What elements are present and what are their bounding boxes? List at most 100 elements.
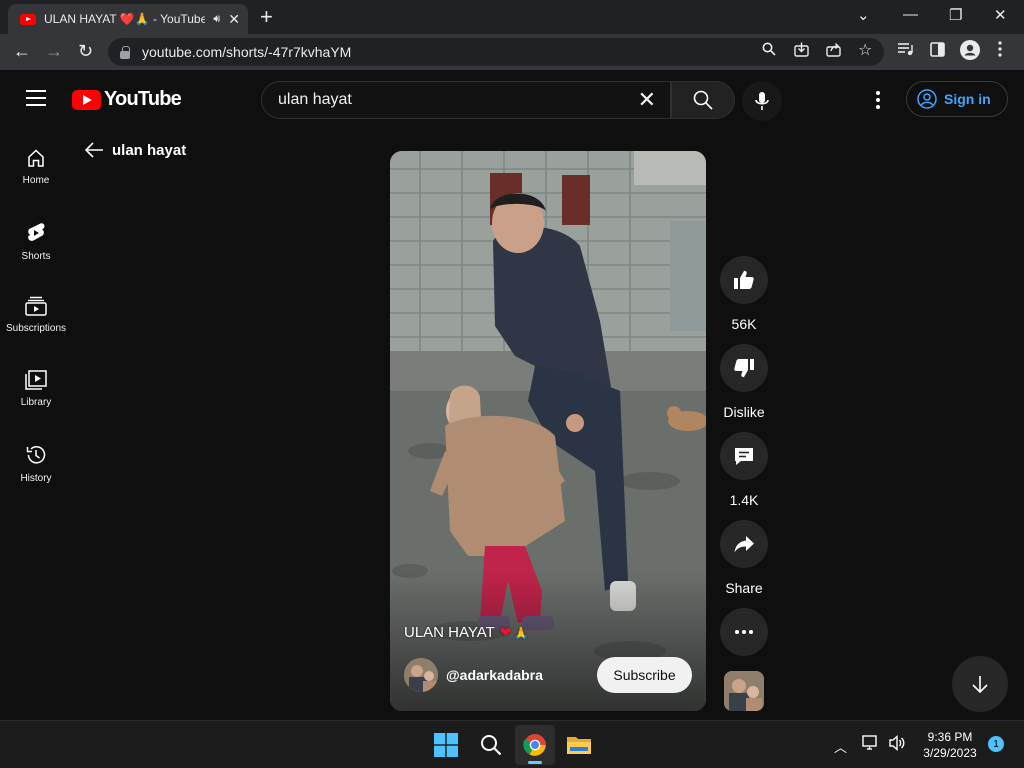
install-app-icon[interactable] bbox=[794, 42, 809, 60]
search-icon bbox=[693, 90, 713, 110]
voice-search-button[interactable] bbox=[742, 81, 782, 121]
share-action: Share bbox=[720, 520, 768, 596]
browser-toolbar: ← → ↻ youtube.com/shorts/-47r7kvhaYM ☆ bbox=[0, 34, 1024, 70]
clock-time: 9:36 PM bbox=[927, 730, 973, 744]
youtube-wordmark: YouTube bbox=[104, 88, 182, 110]
back-to-search-link[interactable]: ulan hayat bbox=[84, 140, 186, 160]
settings-menu-icon[interactable] bbox=[866, 88, 890, 112]
notification-badge[interactable]: 1 bbox=[988, 736, 1004, 752]
sign-in-button[interactable]: Sign in bbox=[906, 81, 1008, 117]
more-horizontal-icon bbox=[735, 630, 753, 634]
next-short-button[interactable] bbox=[952, 656, 1008, 712]
forward-arrow-icon[interactable]: → bbox=[45, 42, 63, 60]
youtube-favicon-icon bbox=[20, 13, 36, 25]
windows-taskbar: ︿ 9:36 PM 3/29/2023 bbox=[0, 720, 1024, 768]
channel-row: @adarkadabra Subscribe bbox=[404, 657, 692, 693]
search-button[interactable] bbox=[671, 81, 735, 119]
reload-icon[interactable]: ↻ bbox=[78, 42, 93, 60]
address-url[interactable]: youtube.com/shorts/-47r7kvhaYM bbox=[142, 44, 351, 60]
new-tab-plus-icon[interactable]: + bbox=[260, 6, 273, 28]
media-queue-icon[interactable] bbox=[898, 42, 914, 59]
thumbs-up-icon bbox=[734, 270, 754, 289]
sidebar-item-label: Subscriptions bbox=[5, 323, 67, 334]
zoom-search-icon[interactable] bbox=[762, 42, 776, 59]
lock-icon bbox=[120, 45, 130, 59]
arrow-down-icon bbox=[972, 676, 988, 694]
microphone-icon bbox=[755, 92, 769, 110]
sidebar-item-library[interactable]: Library bbox=[0, 348, 72, 422]
home-icon bbox=[28, 149, 44, 167]
comments-action: 1.4K bbox=[720, 432, 768, 508]
sidebar-item-shorts[interactable]: Shorts bbox=[0, 200, 72, 274]
restore-icon[interactable]: ❐ bbox=[949, 6, 962, 24]
thumbs-down-icon bbox=[734, 359, 754, 378]
sidebar-item-label: Home bbox=[22, 175, 50, 186]
network-icon[interactable] bbox=[862, 734, 880, 752]
start-button[interactable] bbox=[426, 725, 466, 765]
share-arrow-icon bbox=[734, 536, 754, 553]
channel-handle[interactable]: @adarkadabra bbox=[446, 667, 597, 683]
minimize-icon[interactable]: — bbox=[903, 6, 918, 23]
taskbar-file-explorer-button[interactable] bbox=[559, 725, 599, 765]
share-button[interactable] bbox=[720, 520, 768, 568]
library-icon bbox=[25, 370, 47, 390]
chrome-icon bbox=[523, 734, 546, 756]
windows-logo-icon bbox=[434, 733, 458, 757]
dislike-action: Dislike bbox=[720, 344, 768, 420]
back-arrow-icon[interactable]: ← bbox=[13, 42, 31, 60]
youtube-logo[interactable]: YouTube bbox=[72, 88, 182, 111]
sidebar-item-label: Shorts bbox=[21, 251, 51, 262]
taskbar-search-button[interactable] bbox=[471, 725, 511, 765]
system-tray bbox=[862, 734, 906, 752]
search-input[interactable]: ulan hayat ✕ bbox=[261, 81, 671, 119]
tab-search-chevron-icon[interactable]: ⌄ bbox=[857, 6, 870, 24]
clear-search-icon[interactable]: ✕ bbox=[638, 89, 656, 111]
window-close-icon[interactable]: ✕ bbox=[994, 6, 1007, 24]
history-icon bbox=[26, 446, 46, 464]
shorts-icon bbox=[28, 223, 45, 241]
side-panel-icon[interactable] bbox=[930, 42, 945, 60]
guide-menu-icon[interactable] bbox=[26, 90, 46, 106]
dislike-button[interactable] bbox=[720, 344, 768, 392]
subscribe-button[interactable]: Subscribe bbox=[597, 657, 692, 693]
youtube-play-logo-icon bbox=[72, 89, 101, 110]
more-options-button[interactable] bbox=[720, 608, 768, 656]
sign-in-label: Sign in bbox=[944, 91, 991, 107]
speaker-icon[interactable]: 🔊︎ bbox=[213, 13, 220, 26]
back-link-label: ulan hayat bbox=[112, 141, 187, 159]
browser-menu-icon[interactable] bbox=[998, 41, 1002, 60]
share-page-icon[interactable] bbox=[826, 42, 841, 60]
browser-tab[interactable]: ULAN HAYAT ❤️🙏 - YouTube 🔊︎ ✕ bbox=[8, 4, 248, 34]
heart-emoji-icon: ❤ bbox=[499, 624, 512, 640]
sidebar-item-label: History bbox=[20, 473, 52, 484]
sound-source-thumbnail[interactable] bbox=[724, 671, 764, 711]
praying-hands-emoji-icon: 🙏 bbox=[513, 625, 529, 640]
taskbar-clock[interactable]: 9:36 PM 3/29/2023 bbox=[916, 729, 984, 761]
sidebar-item-subscriptions[interactable]: Subscriptions bbox=[0, 274, 72, 348]
caption-text: ULAN HAYAT bbox=[404, 624, 495, 641]
back-arrow-icon bbox=[84, 142, 103, 158]
subscriptions-icon bbox=[25, 296, 47, 316]
search-query-text[interactable]: ulan hayat bbox=[278, 91, 638, 109]
volume-icon[interactable] bbox=[888, 734, 906, 752]
like-button[interactable] bbox=[720, 256, 768, 304]
profile-icon[interactable] bbox=[960, 40, 980, 63]
bookmark-star-icon[interactable]: ☆ bbox=[858, 40, 872, 60]
folder-icon bbox=[567, 737, 591, 754]
youtube-masthead: YouTube ulan hayat ✕ Sign in bbox=[0, 70, 1024, 126]
account-circle-icon bbox=[917, 89, 937, 109]
sidebar-item-history[interactable]: History bbox=[0, 422, 72, 496]
share-label: Share bbox=[725, 580, 763, 596]
comment-icon bbox=[735, 448, 753, 465]
show-hidden-icons-chevron-icon[interactable]: ︿ bbox=[834, 737, 847, 756]
channel-avatar[interactable] bbox=[404, 658, 438, 692]
taskbar-chrome-button[interactable] bbox=[515, 725, 555, 765]
clock-date: 3/29/2023 bbox=[923, 746, 977, 760]
sidebar-item-home[interactable]: Home bbox=[0, 126, 72, 200]
comments-button[interactable] bbox=[720, 432, 768, 480]
search-icon bbox=[481, 735, 502, 756]
tab-close-icon[interactable]: ✕ bbox=[228, 11, 240, 28]
like-action: 56K bbox=[720, 256, 768, 332]
tab-title: ULAN HAYAT ❤️🙏 - YouTube bbox=[44, 12, 206, 26]
dislike-label: Dislike bbox=[723, 404, 765, 420]
